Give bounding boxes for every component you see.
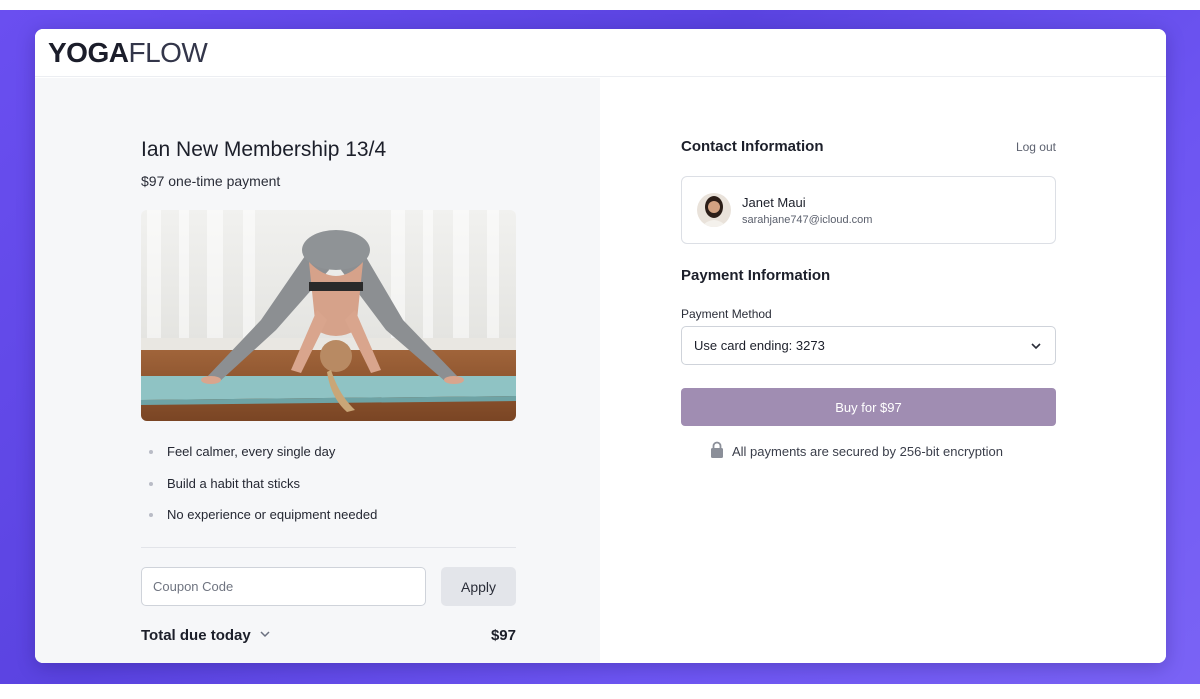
chevron-down-icon xyxy=(1029,339,1043,356)
apply-coupon-button[interactable]: Apply xyxy=(441,567,516,606)
checkout-window: YOGAFLOW Ian New Membership 13/4 $97 one… xyxy=(35,29,1166,663)
feature-item: No experience or equipment needed xyxy=(149,507,377,539)
contact-card: Janet Maui sarahjane747@icloud.com xyxy=(681,176,1056,244)
product-price-subtitle: $97 one-time payment xyxy=(141,173,281,189)
chevron-down-icon xyxy=(259,627,271,644)
logout-link[interactable]: Log out xyxy=(1016,140,1056,154)
logo-text-light: FLOW xyxy=(128,37,208,68)
security-note-text: All payments are secured by 256-bit encr… xyxy=(732,443,1003,459)
total-due-amount: $97 xyxy=(490,627,516,644)
order-summary-panel: Ian New Membership 13/4 $97 one-time pay… xyxy=(35,78,600,663)
payment-panel: Contact Information Log out Janet Maui s… xyxy=(600,78,1166,663)
contact-name: Janet Maui xyxy=(742,195,806,210)
lock-icon xyxy=(710,441,724,461)
yogaflow-logo[interactable]: YOGAFLOW xyxy=(48,37,208,68)
buy-button[interactable]: Buy for $97 xyxy=(681,388,1056,426)
feature-list: Feel calmer, every single day Build a ha… xyxy=(149,444,377,539)
logo-text-bold: YOGA xyxy=(48,37,129,68)
product-image xyxy=(141,210,516,421)
total-due-label: Total due today xyxy=(141,627,251,644)
contact-email: sarahjane747@icloud.com xyxy=(742,214,873,226)
top-bar: YOGAFLOW xyxy=(35,29,1166,77)
total-due-toggle[interactable]: Total due today xyxy=(141,627,271,644)
payment-method-label: Payment Method xyxy=(681,307,772,321)
payment-section-title: Payment Information xyxy=(681,267,831,284)
feature-item: Build a habit that sticks xyxy=(149,476,377,508)
payment-method-select[interactable]: Use card ending: 3273 xyxy=(681,326,1056,365)
product-title: Ian New Membership 13/4 xyxy=(141,138,387,161)
feature-item: Feel calmer, every single day xyxy=(149,444,377,476)
contact-section-title: Contact Information xyxy=(681,138,824,155)
coupon-code-input[interactable] xyxy=(141,567,426,606)
divider xyxy=(141,547,516,548)
payment-method-value: Use card ending: 3273 xyxy=(694,338,825,353)
avatar xyxy=(697,193,731,227)
security-note: All payments are secured by 256-bit encr… xyxy=(710,441,1003,461)
